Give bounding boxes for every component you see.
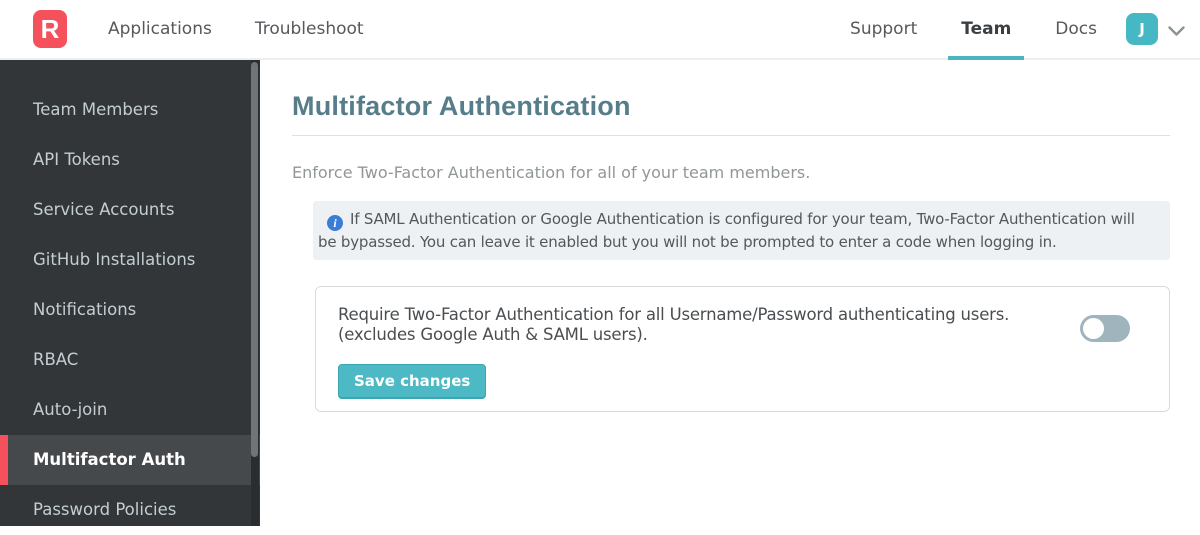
sidebar-item-api-tokens[interactable]: API Tokens bbox=[0, 135, 260, 185]
sidebar-scrollbar-track bbox=[251, 60, 259, 526]
info-note-text: If SAML Authentication or Google Authent… bbox=[318, 210, 1135, 251]
title-divider bbox=[292, 135, 1170, 136]
main-content: Multifactor Authentication Enforce Two-F… bbox=[260, 60, 1200, 526]
info-icon: i bbox=[327, 215, 343, 231]
nav-tab-team[interactable]: Team bbox=[948, 0, 1025, 60]
sidebar-item-notifications[interactable]: Notifications bbox=[0, 285, 260, 335]
two-factor-toggle[interactable] bbox=[1080, 315, 1130, 342]
top-navbar: R Applications Troubleshoot Support Team… bbox=[0, 0, 1200, 60]
info-note: i If SAML Authentication or Google Authen… bbox=[313, 201, 1170, 260]
rollbar-logo[interactable]: R bbox=[33, 10, 67, 48]
navbar-left-group: Applications Troubleshoot bbox=[108, 19, 364, 39]
app-body: Team Members API Tokens Service Accounts… bbox=[0, 60, 1200, 526]
chevron-down-icon[interactable] bbox=[1168, 25, 1185, 37]
intro-text: Enforce Two-Factor Authentication for al… bbox=[292, 163, 811, 182]
sidebar-item-multifactor-auth[interactable]: Multifactor Auth bbox=[0, 435, 260, 485]
sidebar-item-service-accounts[interactable]: Service Accounts bbox=[0, 185, 260, 235]
user-avatar[interactable]: J bbox=[1126, 13, 1158, 45]
sidebar-item-github-installations[interactable]: GitHub Installations bbox=[0, 235, 260, 285]
navbar-right-group: Support Team Docs J bbox=[837, 0, 1200, 60]
save-changes-button[interactable]: Save changes bbox=[338, 364, 487, 399]
setting-label-line2: (excludes Google Auth & SAML users). bbox=[338, 325, 648, 344]
page-title: Multifactor Authentication bbox=[292, 91, 631, 121]
setting-label-line1: Require Two-Factor Authentication for al… bbox=[338, 305, 1010, 324]
nav-tab-support[interactable]: Support bbox=[837, 0, 930, 58]
sidebar-scrollbar-thumb[interactable] bbox=[251, 62, 258, 457]
nav-item-applications[interactable]: Applications bbox=[108, 19, 212, 39]
settings-sidebar: Team Members API Tokens Service Accounts… bbox=[0, 60, 260, 526]
nav-item-troubleshoot[interactable]: Troubleshoot bbox=[255, 19, 364, 39]
sidebar-item-team-members[interactable]: Team Members bbox=[0, 85, 260, 135]
sidebar-item-rbac[interactable]: RBAC bbox=[0, 335, 260, 385]
two-factor-setting-card: Require Two-Factor Authentication for al… bbox=[315, 286, 1170, 412]
toggle-knob bbox=[1083, 318, 1104, 339]
nav-tab-docs[interactable]: Docs bbox=[1042, 0, 1110, 58]
sidebar-item-auto-join[interactable]: Auto-join bbox=[0, 385, 260, 435]
